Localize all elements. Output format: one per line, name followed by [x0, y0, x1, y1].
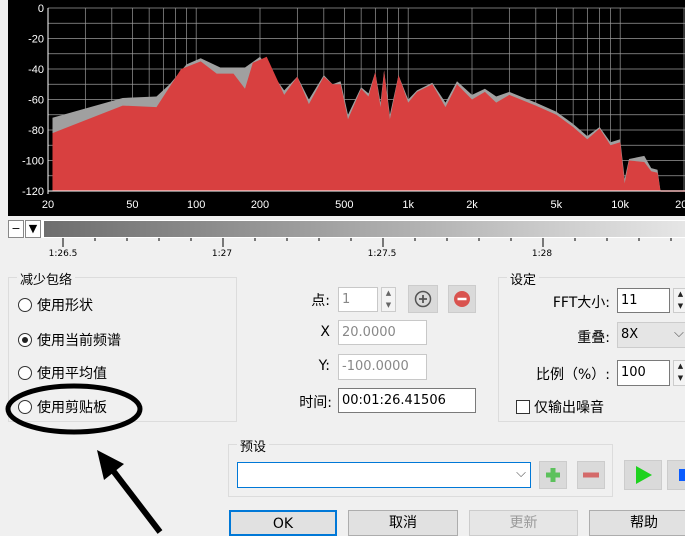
- help-button[interactable]: 帮助: [589, 510, 685, 536]
- ok-button[interactable]: OK: [229, 510, 337, 536]
- x-tick-label: 100: [187, 199, 205, 211]
- time-input[interactable]: 00:01:26.41506: [338, 388, 476, 413]
- timeline-tick: 1:28: [531, 249, 553, 259]
- timeline-ruler: [62, 238, 672, 247]
- group-title: 预设: [237, 436, 270, 455]
- zoom-out-button[interactable]: −: [8, 220, 24, 238]
- x-tick-label: 200: [251, 199, 269, 211]
- play-button[interactable]: [624, 460, 662, 490]
- overlap-label: 重叠:: [577, 330, 610, 346]
- x-tick-label: 50: [126, 199, 138, 211]
- ratio-input[interactable]: 100: [617, 360, 670, 386]
- annotation-overlay: [5, 383, 163, 534]
- noise-only-checkbox[interactable]: 仅输出噪音: [516, 397, 604, 417]
- checkbox-icon: [516, 400, 530, 414]
- group-title: 设定: [507, 269, 540, 288]
- radio-icon: [18, 298, 32, 312]
- point-spinner[interactable]: ▲ ▼: [381, 287, 396, 312]
- timeline-bar[interactable]: − ▼: [8, 220, 685, 238]
- ratio-spinner[interactable]: ▲ ▼: [673, 360, 685, 386]
- x-label: X: [320, 324, 330, 340]
- minus-icon: [583, 472, 599, 478]
- y-tick-label: -60: [28, 95, 44, 107]
- x-tick-label: 10k: [611, 199, 629, 211]
- point-label: 点:: [311, 293, 330, 309]
- y-tick-label: -40: [28, 64, 44, 76]
- ratio-label: 比例（%）:: [535, 367, 610, 383]
- checkbox-label: 仅输出噪音: [534, 400, 604, 416]
- point-input[interactable]: 1: [338, 287, 378, 312]
- radio-use-shape[interactable]: 使用形状: [18, 295, 93, 315]
- x-tick-label: 20k: [675, 199, 685, 211]
- y-input[interactable]: -100.0000: [338, 354, 427, 380]
- highlight-ellipse: [5, 383, 143, 435]
- y-tick-label: 0: [38, 3, 44, 15]
- remove-preset-button[interactable]: [577, 461, 605, 489]
- spectrum-plot[interactable]: 0 -20 -40 -60 -80 -100 -120 20 50 100 200 500 1k 2k 5k…: [8, 0, 685, 216]
- chevron-down-icon: ⌵: [674, 326, 684, 341]
- plus-circle-icon: [414, 290, 432, 308]
- y-tick-label: -120: [22, 186, 44, 198]
- spectrum-svg[interactable]: 0 -20 -40 -60 -80 -100 -12020 50 100 200 500 1k 2k 5k…: [8, 0, 685, 216]
- x-input[interactable]: 20.0000: [338, 320, 427, 345]
- timeline-tick: 1:27.5: [367, 249, 397, 259]
- x-tick-label: 5k: [551, 199, 563, 211]
- add-preset-button[interactable]: [539, 461, 567, 489]
- minus-circle-icon: [454, 291, 470, 307]
- timeline-tick: 1:27: [211, 249, 233, 259]
- update-button[interactable]: 更新: [469, 510, 578, 536]
- radio-use-current-spectrum[interactable]: 使用当前频谱: [18, 330, 121, 350]
- dropdown-arrow-icon[interactable]: ▼: [25, 220, 41, 238]
- fft-size-label: FFT大小:: [552, 295, 610, 311]
- y-tick-label: -20: [28, 34, 44, 46]
- fft-size-spinner[interactable]: ▲ ▼: [673, 288, 685, 313]
- stop-button[interactable]: [667, 460, 685, 490]
- remove-point-button[interactable]: [448, 285, 476, 313]
- chevron-down-icon: ⌵: [516, 466, 526, 481]
- group-title: 减少包络: [17, 269, 76, 288]
- arrow-shaft: [105, 462, 163, 534]
- y-tick-label: -100: [22, 156, 44, 168]
- add-point-button[interactable]: [408, 285, 438, 313]
- y-tick-label: -80: [28, 125, 44, 137]
- timeline-tick: 1:26.5: [48, 249, 78, 259]
- y-label: Y:: [318, 358, 330, 374]
- overlap-select[interactable]: 8X ⌵: [617, 322, 685, 348]
- preset-select[interactable]: ⌵: [237, 462, 531, 488]
- radio-selected-icon: [18, 333, 32, 347]
- overlap-value: 8X: [621, 327, 639, 342]
- radio-label: 使用当前频谱: [37, 333, 121, 349]
- timeline-scroll[interactable]: [44, 221, 685, 237]
- fft-size-input[interactable]: 11: [617, 288, 670, 313]
- x-tick-label: 500: [335, 199, 353, 211]
- stop-icon: [679, 469, 685, 481]
- time-label: 时间:: [299, 395, 332, 411]
- x-tick-label: 20: [42, 199, 54, 211]
- radio-label: 使用形状: [37, 298, 93, 314]
- x-tick-label: 1k: [402, 199, 414, 211]
- cancel-button[interactable]: 取消: [348, 510, 458, 536]
- plus-icon: [546, 468, 560, 482]
- play-icon: [636, 466, 652, 484]
- x-tick-label: 2k: [466, 199, 478, 211]
- radio-icon: [18, 366, 32, 380]
